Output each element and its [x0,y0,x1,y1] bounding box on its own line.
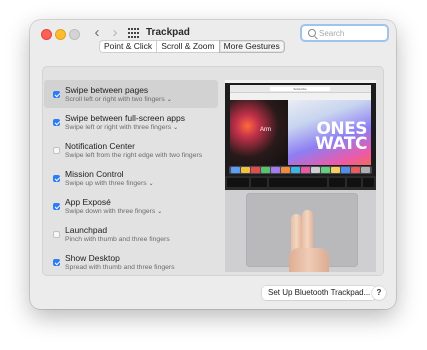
preview-dock [229,166,372,174]
gesture-item-show-desktop[interactable]: Show Desktop Spread with thumb and three… [44,248,218,276]
gesture-subtitle: Swipe left or right with three fingers [65,124,172,131]
search-icon [308,29,316,37]
tab-scroll-and-zoom[interactable]: Scroll & Zoom [156,40,219,53]
forward-button[interactable]: › [108,25,122,41]
chevron-down-icon: ⌄ [166,97,172,103]
show-all-grid-icon[interactable] [128,28,139,39]
gesture-option-dropdown[interactable]: Scroll left or right with two fingers ⌄ [65,96,172,103]
checkbox[interactable] [53,231,60,238]
preview-hand [289,204,329,272]
set-up-bluetooth-trackpad-button[interactable]: Set Up Bluetooth Trackpad... [262,286,377,300]
preview-caption: Arm [260,127,271,133]
tab-more-gestures[interactable]: More Gestures [218,40,285,53]
back-button[interactable]: ‹ [90,25,104,41]
gesture-preview-image: Subscribe Arm ONES WATC [225,80,376,272]
preview-toolbar: Subscribe [230,85,371,93]
preview-keyboard [225,176,376,190]
close-button[interactable] [41,29,52,40]
checkbox[interactable] [53,147,60,154]
gesture-item-notification-center[interactable]: Notification Center Swipe left from the … [44,136,218,164]
gesture-subtitle: Pinch with thumb and three fingers [65,236,170,243]
search-field[interactable] [300,24,389,42]
preview-menubar [225,80,376,83]
preview-headline: ONES WATC [315,119,367,154]
preview-url: Subscribe [270,86,330,91]
preview-artwork-left [230,100,288,165]
chevron-right-icon: › [112,24,118,41]
preview-laptop-body [225,190,376,272]
gesture-option-dropdown[interactable]: Swipe left or right with three fingers ⌄ [65,124,178,131]
chevron-left-icon: ‹ [94,24,100,41]
gesture-item-launchpad[interactable]: Launchpad Pinch with thumb and three fin… [44,220,218,248]
gesture-option-dropdown[interactable]: Swipe up with three fingers ⌄ [65,180,154,187]
tab-bar: Point & Click Scroll & Zoom More Gesture… [99,40,285,53]
gesture-subtitle: Spread with thumb and three fingers [65,264,175,271]
checkbox[interactable] [53,119,60,126]
gesture-subtitle: Scroll left or right with two fingers [65,96,165,103]
gesture-option-dropdown[interactable]: Swipe down with three fingers ⌄ [65,208,162,215]
gesture-subtitle: Swipe down with three fingers [65,208,156,215]
checkbox[interactable] [53,91,60,98]
gesture-item-swipe-between-pages[interactable]: Swipe between pages Scroll left or right… [44,80,218,108]
checkbox[interactable] [53,175,60,182]
gesture-title: Swipe between full-screen apps [65,113,186,123]
gesture-item-app-expose[interactable]: App Exposé Swipe down with three fingers… [44,192,218,220]
help-button[interactable]: ? [372,286,386,300]
gesture-title: Notification Center [65,141,135,151]
chevron-down-icon: ⌄ [173,125,179,131]
minimize-button[interactable] [55,29,66,40]
preview-screen: Subscribe Arm ONES WATC [225,80,376,176]
gesture-subtitle: Swipe up with three fingers [65,180,147,187]
gesture-subtitle: Swipe left from the right edge with two … [65,152,203,159]
tab-point-and-click[interactable]: Point & Click [99,40,157,53]
checkbox[interactable] [53,203,60,210]
gesture-list: Swipe between pages Scroll left or right… [44,80,218,276]
gesture-title: Launchpad [65,225,108,235]
gesture-title: Mission Control [65,169,124,179]
preview-browser: Subscribe Arm ONES WATC [230,85,371,165]
checkbox[interactable] [53,259,60,266]
gesture-title: Swipe between pages [65,85,149,95]
window-title: Trackpad [146,27,190,38]
gesture-title: Show Desktop [65,253,120,263]
gesture-title: App Exposé [65,197,111,207]
zoom-button[interactable] [69,29,80,40]
chevron-down-icon: ⌄ [148,181,154,187]
search-input[interactable] [319,27,385,39]
chevron-down-icon: ⌄ [157,209,163,215]
gesture-item-swipe-full-screen-apps[interactable]: Swipe between full-screen apps Swipe lef… [44,108,218,136]
gesture-item-mission-control[interactable]: Mission Control Swipe up with three fing… [44,164,218,192]
